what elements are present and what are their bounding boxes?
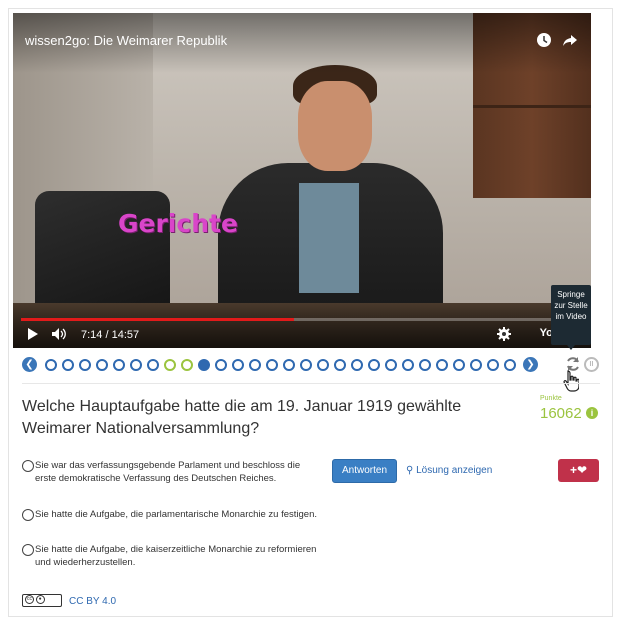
video-time: 7:14 / 14:57 — [81, 329, 140, 341]
cc-icon: cc — [25, 595, 34, 604]
pause-icon[interactable]: II — [584, 357, 599, 372]
answer-text: Sie hatte die Aufgabe, die kaiserzeitlic… — [35, 544, 317, 568]
timeline-dot[interactable] — [419, 359, 431, 371]
timeline-dot[interactable] — [436, 359, 448, 371]
timeline-dot[interactable] — [215, 359, 227, 371]
answer-option[interactable]: Sie hatte die Aufgabe, die kaiserzeitlic… — [22, 543, 322, 569]
volume-icon[interactable] — [51, 327, 67, 344]
info-icon[interactable]: i — [586, 407, 598, 419]
answer-text: Sie war das verfassungsgebende Parlament… — [35, 460, 301, 484]
show-solution-link[interactable]: ⚲ Lösung anzeigen — [406, 465, 492, 476]
video-progress-fill — [21, 318, 294, 321]
timeline-dot[interactable] — [402, 359, 414, 371]
radio-button[interactable] — [22, 509, 34, 521]
video-overlay-text: Gerichte — [118, 209, 238, 238]
license-link[interactable]: CC BY 4.0 — [69, 596, 116, 607]
plus-label: + — [569, 463, 577, 477]
video-title[interactable]: wissen2go: Die Weimarer Republik — [25, 33, 227, 48]
timeline-dot[interactable] — [368, 359, 380, 371]
timeline-dot[interactable] — [351, 359, 363, 371]
answer-option[interactable]: Sie war das verfassungsgebende Parlament… — [22, 459, 322, 485]
timeline-dot[interactable] — [283, 359, 295, 371]
video-progress-bar[interactable] — [21, 318, 583, 321]
video-person-shirt — [299, 183, 359, 293]
timeline-dot[interactable] — [62, 359, 74, 371]
timeline-dot[interactable] — [45, 359, 57, 371]
timeline-dot[interactable] — [487, 359, 499, 371]
timeline-dot[interactable] — [334, 359, 346, 371]
points-value: 16062 — [540, 405, 582, 422]
jump-tooltip: Springe zur Stelle im Video — [551, 285, 591, 350]
timeline-dot[interactable] — [300, 359, 312, 371]
question-timeline: ❮ ❯ — [22, 357, 538, 373]
show-solution-label: Lösung anzeigen — [416, 465, 493, 476]
divider — [22, 383, 600, 384]
radio-button[interactable] — [22, 460, 34, 472]
radio-button[interactable] — [22, 544, 34, 556]
cc-by-icon: ● — [35, 595, 45, 604]
timeline-dot[interactable] — [385, 359, 397, 371]
lightbulb-icon: ⚲ — [406, 465, 414, 476]
timeline-dot[interactable] — [453, 359, 465, 371]
prev-arrow-icon[interactable]: ❮ — [22, 357, 37, 372]
favorite-button[interactable]: +❤ — [558, 459, 599, 482]
timeline-dot[interactable] — [96, 359, 108, 371]
answer-button[interactable]: Antworten — [332, 459, 397, 483]
settings-icon[interactable] — [497, 327, 511, 344]
answer-option[interactable]: Sie hatte die Aufgabe, die parlamentaris… — [22, 508, 322, 521]
timeline-dot[interactable] — [130, 359, 142, 371]
heart-icon: ❤ — [576, 463, 588, 477]
video-person-head — [298, 81, 372, 171]
timeline-dot[interactable] — [164, 359, 176, 371]
timeline-dot[interactable] — [181, 359, 193, 371]
cc-badge[interactable]: cc ● — [22, 594, 62, 607]
timeline-dot[interactable] — [317, 359, 329, 371]
timeline-dot[interactable] — [113, 359, 125, 371]
timeline-dot[interactable] — [232, 359, 244, 371]
share-icon[interactable] — [562, 32, 578, 51]
play-icon[interactable] — [27, 327, 39, 344]
timeline-dot[interactable] — [147, 359, 159, 371]
answer-text: Sie hatte die Aufgabe, die parlamentaris… — [35, 509, 318, 520]
points-label: Punkte — [540, 395, 562, 402]
video-player[interactable]: Gerichte wissen2go: Die Weimarer Republi… — [13, 13, 591, 348]
next-arrow-icon[interactable]: ❯ — [523, 357, 538, 372]
timeline-dot[interactable] — [249, 359, 261, 371]
timeline-dot[interactable] — [79, 359, 91, 371]
question-text: Welche Hauptaufgabe hatte die am 19. Jan… — [22, 398, 462, 437]
timeline-dot[interactable] — [470, 359, 482, 371]
timeline-dot[interactable] — [266, 359, 278, 371]
clock-icon[interactable] — [536, 32, 552, 51]
timeline-dot[interactable] — [504, 359, 516, 371]
timeline-dot[interactable] — [198, 359, 210, 371]
